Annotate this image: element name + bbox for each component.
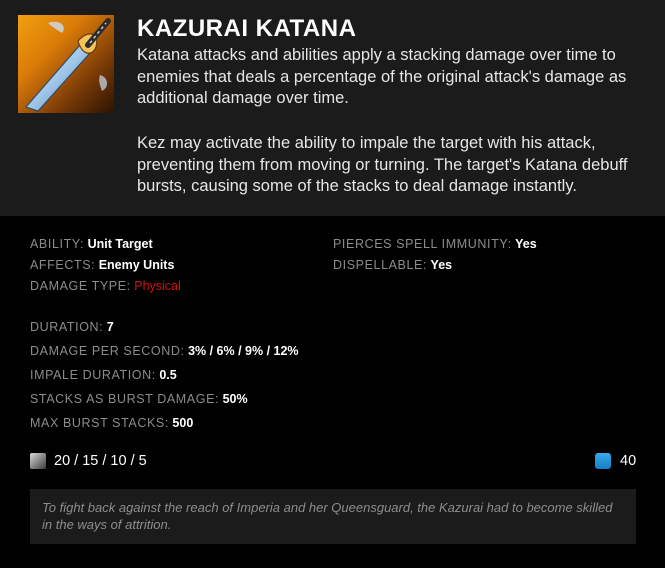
katana-blade-icon [18,15,114,113]
stat-label: STACKS AS BURST DAMAGE: [30,392,220,406]
dispellable-value: Yes [430,258,453,272]
damage-type-label: DAMAGE TYPE: [30,279,131,293]
ability-behavior-label: ABILITY: [30,237,85,251]
pierces-spell-immunity-value: Yes [515,237,537,251]
cooldown-icon [30,453,46,469]
stat-value: 3% / 6% / 9% / 12% [188,344,299,358]
stat-row: STACKS AS BURST DAMAGE: 50% [30,392,248,406]
stat-value: 50% [222,392,248,406]
stat-label: IMPALE DURATION: [30,368,156,382]
cooldown: 20 / 15 / 10 / 5 [30,452,147,470]
stat-label: DURATION: [30,320,104,334]
damage-type-row: DAMAGE TYPE: Physical [30,279,181,293]
cooldown-value: 20 / 15 / 10 / 5 [54,453,147,469]
ability-description-active: Kez may activate the ability to impale t… [137,134,628,195]
pierces-spell-immunity-row: PIERCES SPELL IMMUNITY: Yes [333,237,537,251]
stat-value: 7 [106,320,114,334]
mana-value: 40 [620,453,637,469]
affects-label: AFFECTS: [30,258,96,272]
lore-text: To fight back against the reach of Imper… [30,489,636,544]
damage-type-value: Physical [134,279,181,293]
ability-behavior-row: ABILITY: Unit Target [30,237,153,251]
ability-title: KAZURAI KATANA [137,15,357,42]
ability-behavior-value: Unit Target [87,237,153,251]
ability-description-passive: Katana attacks and abilities apply a sta… [137,46,627,107]
stat-value: 500 [172,416,194,430]
mana-cost: 40 [595,452,636,470]
stat-label: DAMAGE PER SECOND: [30,344,185,358]
stat-value: 0.5 [159,368,177,382]
affects-row: AFFECTS: Enemy Units [30,258,174,272]
stat-row: IMPALE DURATION: 0.5 [30,368,177,382]
dispellable-row: DISPELLABLE: Yes [333,258,452,272]
stat-row: MAX BURST STACKS: 500 [30,416,193,430]
dispellable-label: DISPELLABLE: [333,258,428,272]
pierces-spell-immunity-label: PIERCES SPELL IMMUNITY: [333,237,512,251]
affects-value: Enemy Units [98,258,175,272]
stat-row: DAMAGE PER SECOND: 3% / 6% / 9% / 12% [30,344,299,358]
mana-icon [595,453,611,469]
ability-header: KAZURAI KATANA Katana attacks and abilit… [0,0,665,216]
stat-row: DURATION: 7 [30,320,114,334]
stat-label: MAX BURST STACKS: [30,416,169,430]
